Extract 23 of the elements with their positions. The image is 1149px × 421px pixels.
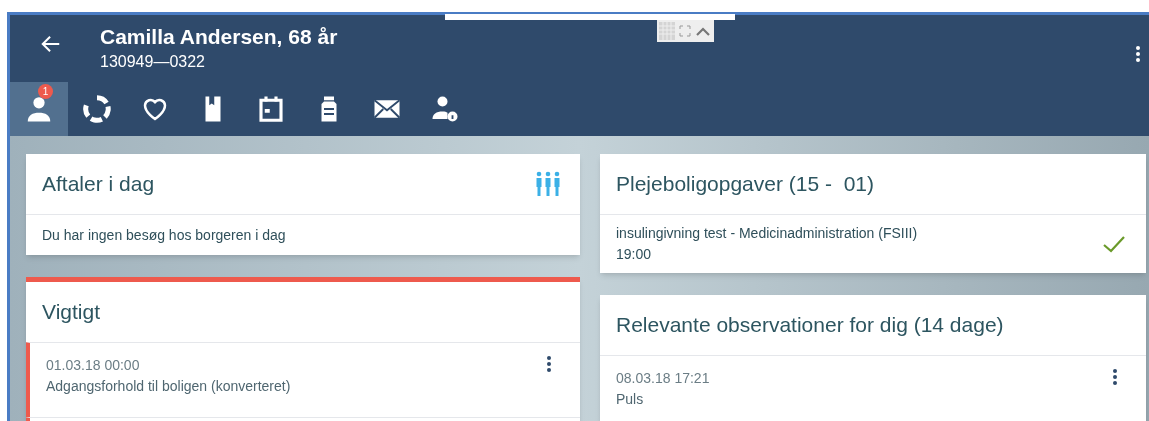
notification-badge: 1 — [38, 84, 53, 99]
cycle-icon — [82, 94, 112, 124]
toolbar-tab[interactable]: 1 — [10, 82, 68, 136]
card-title: Relevante observationer for dig (14 dage) — [616, 312, 1004, 339]
entry-title: Adgangsforhold til boligen (konverteret) — [46, 377, 291, 396]
task-title: insulingivning test - Medicinadministration (FSIII) — [616, 224, 918, 243]
person-info-icon — [430, 94, 460, 124]
task-time: 19:00 — [616, 245, 653, 264]
calendar-icon — [256, 94, 286, 124]
more-options-icon[interactable] — [1112, 368, 1118, 386]
card-message: Du har ingen besøg hos borgeren i dag — [42, 227, 286, 243]
patient-id: 130949—0322 — [100, 52, 206, 72]
chevron-up-icon[interactable] — [695, 25, 711, 37]
more-options-icon[interactable] — [1135, 45, 1141, 63]
card-title: Vigtigt — [42, 299, 100, 326]
back-arrow-icon[interactable] — [40, 33, 62, 55]
entry-date: 08.03.18 17:21 — [616, 369, 710, 388]
card-title: Plejeboligopgaver (15 - 01) — [616, 171, 874, 198]
card-title: Aftaler i dag — [42, 171, 155, 198]
patient-name: Camilla Andersen, 68 år — [100, 24, 338, 50]
entry-title: Puls — [616, 390, 645, 409]
entry-date: 01.03.18 00:00 — [46, 356, 141, 375]
more-options-icon[interactable] — [546, 355, 552, 373]
